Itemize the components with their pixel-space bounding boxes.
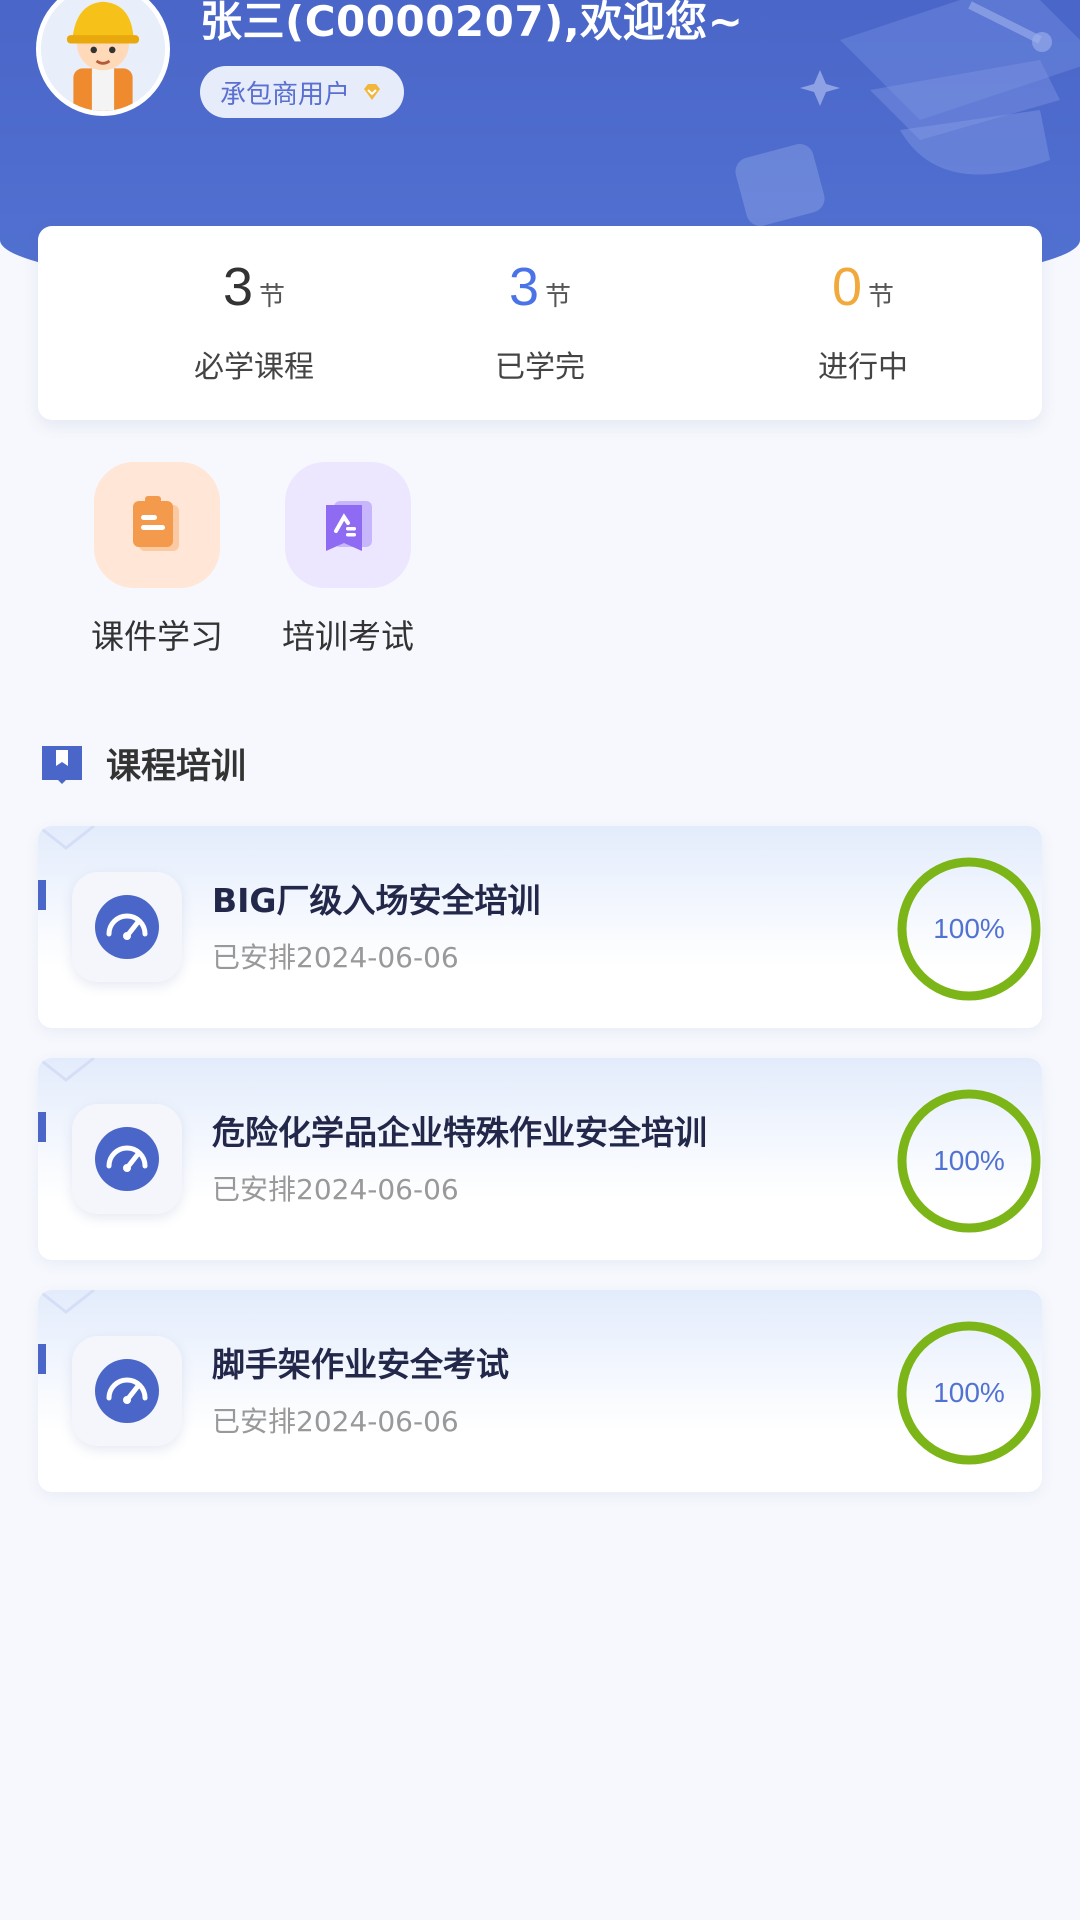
stat-value: 0	[831, 257, 863, 317]
worker-avatar-icon	[41, 0, 165, 111]
course-training-section-header: 课程培训	[38, 738, 246, 789]
courseware-study-entry[interactable]: 课件学习	[82, 462, 232, 658]
card-notch-decoration	[38, 1058, 95, 1082]
course-date: 已安排2024-06-06	[212, 941, 459, 974]
entry-label: 课件学习	[91, 617, 223, 656]
clipboard-icon	[133, 496, 179, 551]
course-icon-box	[72, 872, 182, 982]
progress-ring: 100%	[896, 1088, 1042, 1234]
progress-ring: 100%	[896, 1320, 1042, 1466]
progress-percent: 100%	[933, 1377, 1005, 1408]
progress-ring: 100%	[896, 856, 1042, 1002]
stat-unit: 节	[259, 282, 286, 312]
exam-icon	[326, 501, 372, 551]
card-accent-bar	[38, 880, 46, 910]
section-title: 课程培训	[106, 747, 247, 787]
entry-icon-bg	[285, 462, 411, 588]
role-badge-label: 承包商用户	[220, 79, 351, 110]
stat-completed[interactable]: 3 节 已学完	[420, 256, 660, 386]
gauge-icon	[95, 1127, 159, 1191]
stat-unit: 节	[545, 282, 572, 312]
stat-label: 已学完	[495, 350, 585, 385]
course-icon-box	[72, 1104, 182, 1214]
course-date: 已安排2024-06-06	[212, 1173, 459, 1206]
study-stats-card: 3 节 必学课程 3 节 已学完 0 节 进行中	[38, 226, 1042, 420]
card-accent-bar	[38, 1344, 46, 1374]
avatar[interactable]	[36, 0, 170, 116]
card-notch-decoration	[38, 826, 95, 850]
course-icon-box	[72, 1336, 182, 1446]
course-card[interactable]: 危险化学品企业特殊作业安全培训 已安排2024-06-06 100%	[38, 1058, 1042, 1260]
card-notch-decoration	[38, 1290, 95, 1314]
course-card[interactable]: 脚手架作业安全考试 已安排2024-06-06 100%	[38, 1290, 1042, 1492]
course-title: 脚手架作业安全考试	[212, 1345, 509, 1384]
stat-value: 3	[222, 257, 254, 317]
stat-required-courses[interactable]: 3 节 必学课程	[134, 256, 374, 386]
entry-label: 培训考试	[282, 617, 414, 656]
course-date: 已安排2024-06-06	[212, 1405, 459, 1438]
stat-value: 3	[508, 257, 540, 317]
progress-percent: 100%	[933, 1145, 1005, 1176]
stat-label: 进行中	[818, 350, 908, 385]
welcome-greeting: 张三(C0000207),欢迎您~	[200, 0, 744, 46]
book-icon	[42, 745, 82, 784]
course-title: BIG厂级入场安全培训	[212, 881, 541, 920]
training-exam-entry[interactable]: 培训考试	[273, 462, 423, 658]
course-card[interactable]: BIG厂级入场安全培训 已安排2024-06-06 100%	[38, 826, 1042, 1028]
stat-in-progress[interactable]: 0 节 进行中	[743, 256, 983, 386]
gauge-icon	[95, 1359, 159, 1423]
entry-icon-bg	[94, 462, 220, 588]
stat-unit: 节	[868, 282, 895, 312]
stat-label: 必学课程	[194, 350, 314, 385]
course-title: 危险化学品企业特殊作业安全培训	[212, 1113, 707, 1152]
diamond-icon	[364, 84, 381, 100]
graduation-cap-decoration	[735, 0, 1080, 227]
card-accent-bar	[38, 1112, 46, 1142]
progress-percent: 100%	[933, 913, 1005, 944]
role-badge: 承包商用户	[200, 66, 405, 118]
gauge-icon	[95, 895, 159, 959]
